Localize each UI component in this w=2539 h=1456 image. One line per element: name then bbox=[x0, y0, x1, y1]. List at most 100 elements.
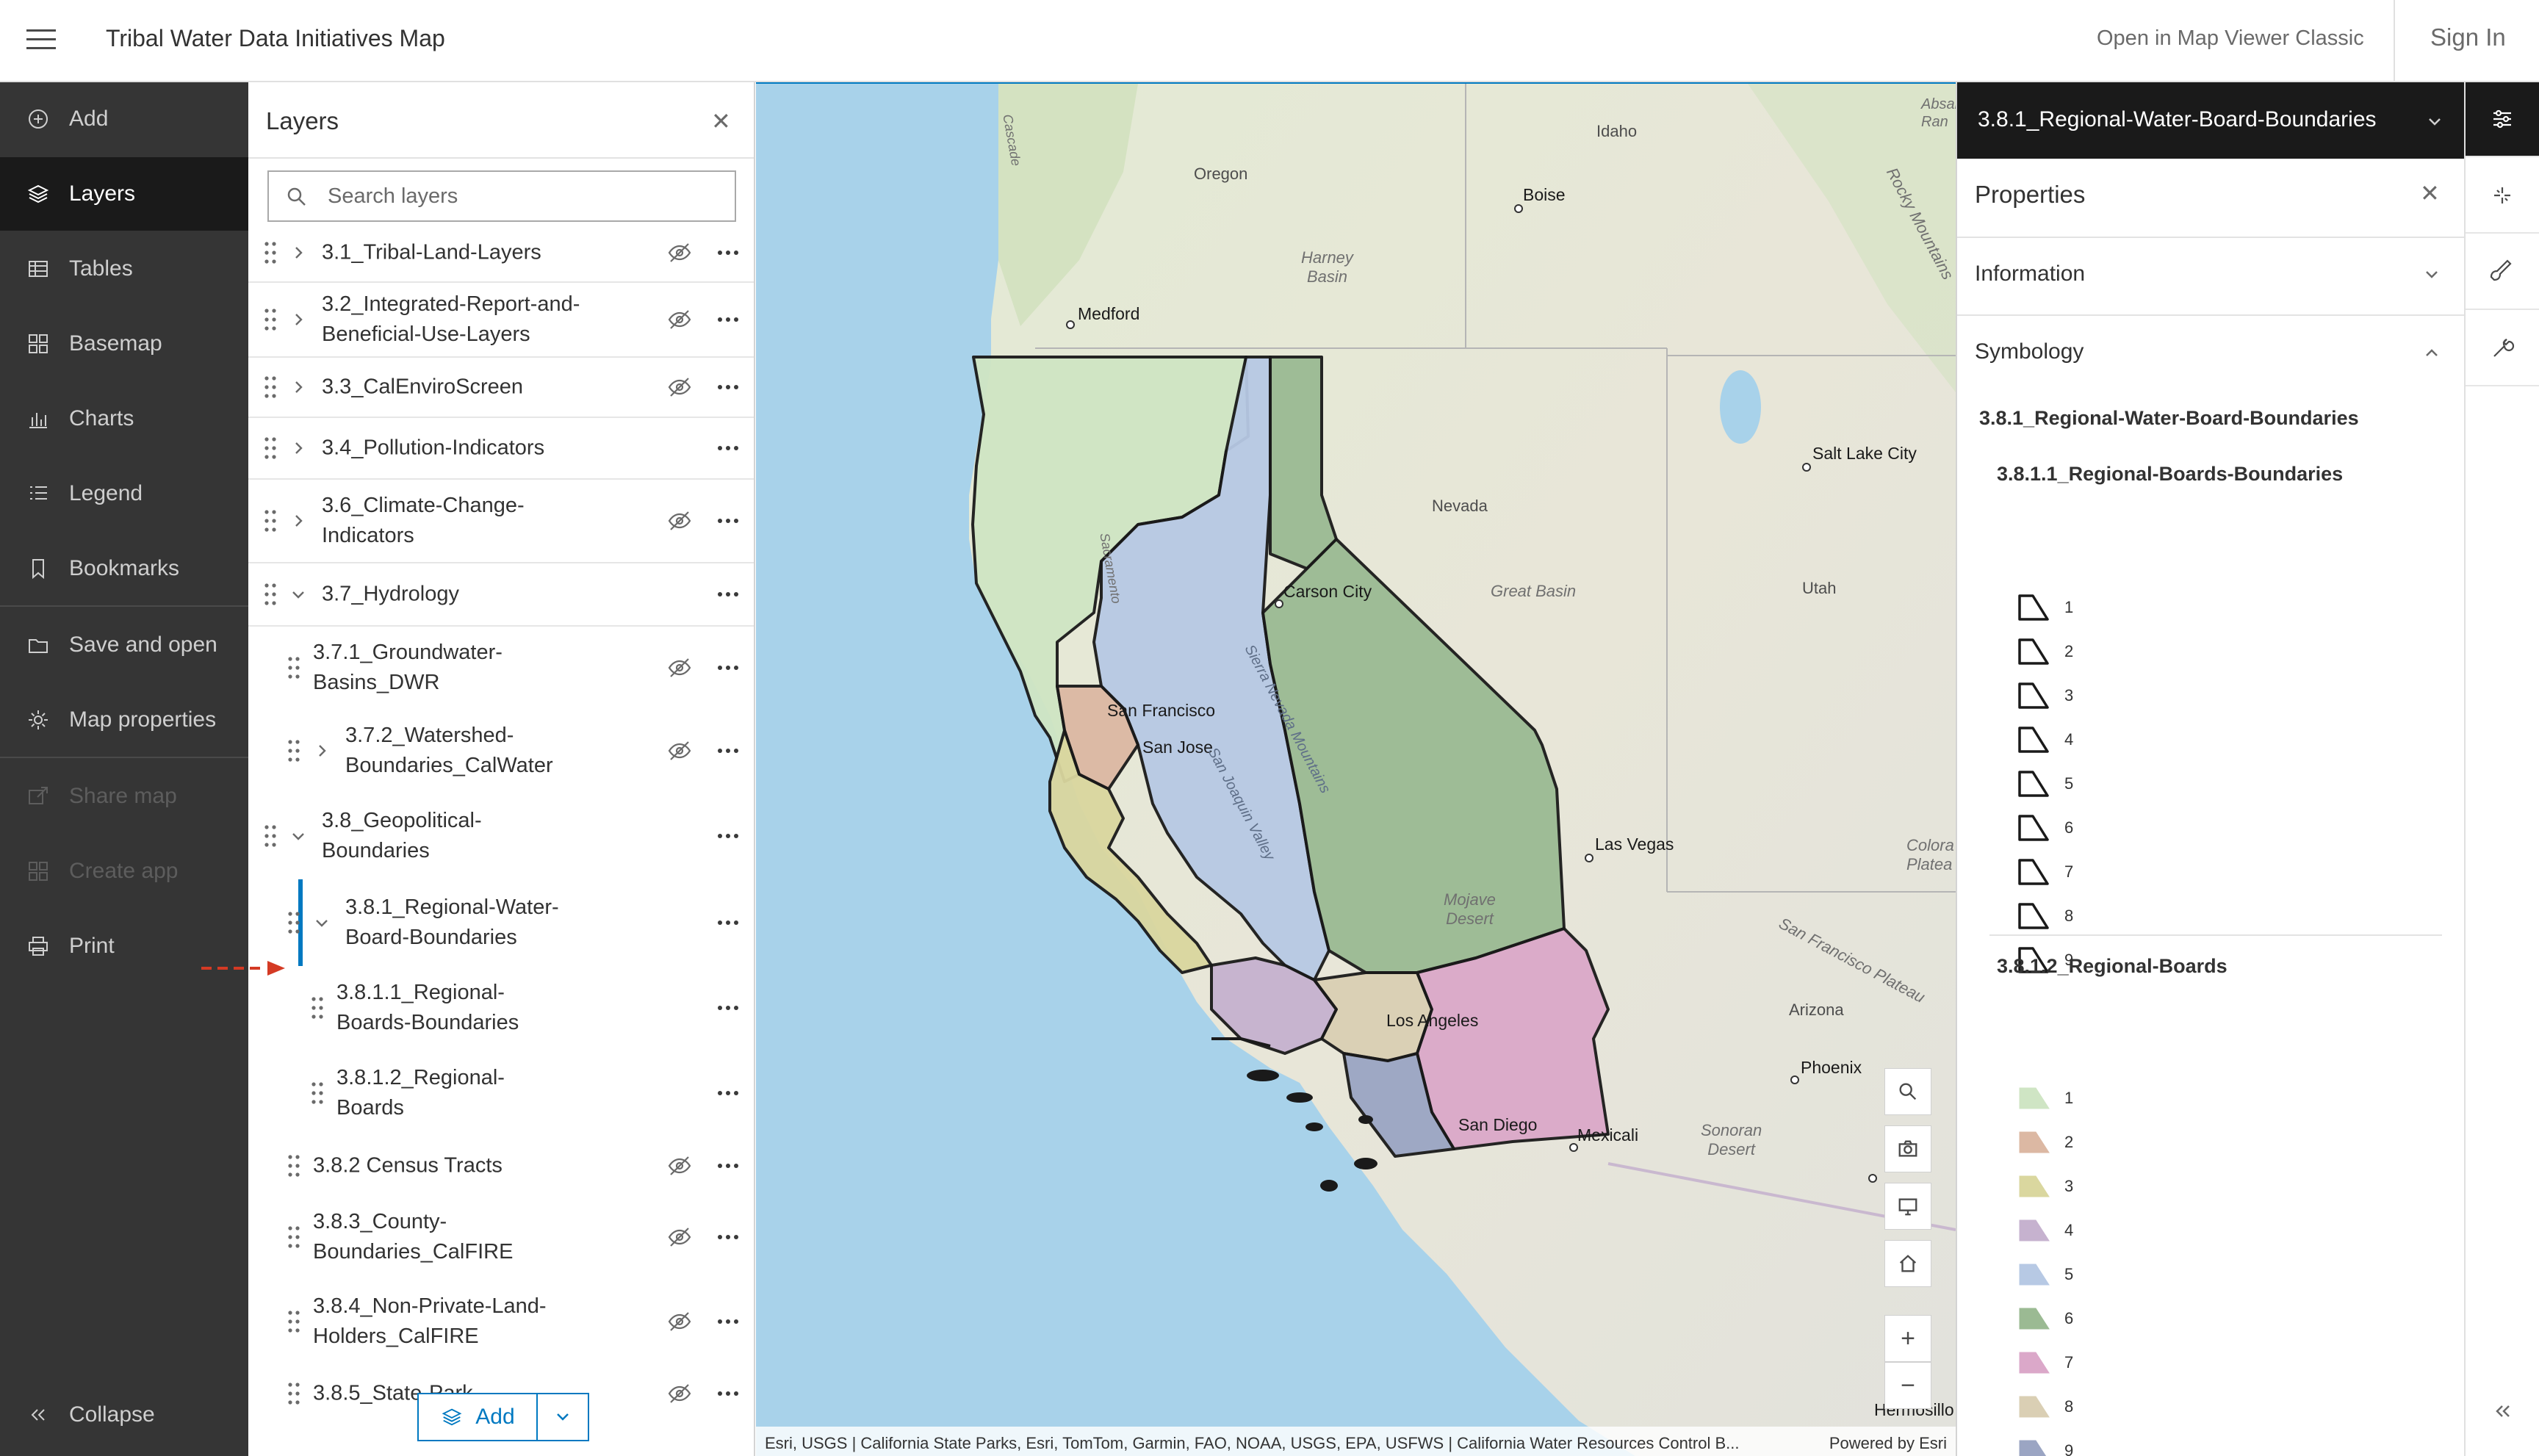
layer-row[interactable]: 3.4_Pollution-Indicators bbox=[248, 418, 754, 480]
nav-layers[interactable]: Layers bbox=[0, 157, 248, 231]
configure-tool-button[interactable] bbox=[2466, 311, 2539, 386]
properties-tool-button[interactable] bbox=[2466, 82, 2539, 157]
drag-handle-icon[interactable] bbox=[263, 508, 278, 534]
layer-row[interactable]: 3.7.2_Watershed- Boundaries_CalWater bbox=[248, 709, 754, 793]
layer-row[interactable]: 3.8.1.2_Regional- Boards bbox=[248, 1050, 754, 1136]
visibility-off-icon[interactable] bbox=[667, 1382, 692, 1405]
drag-handle-icon[interactable] bbox=[310, 1080, 325, 1106]
layer-row[interactable]: 3.8.2 Census Tracts bbox=[248, 1136, 754, 1195]
chevron-right-icon[interactable] bbox=[288, 511, 309, 531]
more-options-icon[interactable] bbox=[716, 659, 741, 677]
chevron-down-icon[interactable] bbox=[311, 912, 332, 933]
more-options-icon[interactable] bbox=[716, 1313, 741, 1330]
drag-handle-icon[interactable] bbox=[287, 738, 301, 764]
symbology-section[interactable]: Symbology bbox=[1957, 314, 2466, 389]
drag-handle-icon[interactable] bbox=[263, 239, 278, 266]
drag-handle-icon[interactable] bbox=[287, 1224, 301, 1250]
more-options-icon[interactable] bbox=[716, 1228, 741, 1246]
nav-tables[interactable]: Tables bbox=[0, 232, 248, 306]
more-options-icon[interactable] bbox=[716, 827, 741, 845]
open-classic-link[interactable]: Open in Map Viewer Classic bbox=[2097, 26, 2364, 51]
add-dropdown-button[interactable] bbox=[538, 1394, 588, 1440]
chevron-down-icon[interactable] bbox=[288, 826, 309, 846]
drag-handle-icon[interactable] bbox=[263, 435, 278, 461]
chevron-right-icon[interactable] bbox=[311, 740, 332, 761]
more-options-icon[interactable] bbox=[716, 512, 741, 530]
more-options-icon[interactable] bbox=[716, 439, 741, 457]
chevron-double-left-icon[interactable] bbox=[2492, 1400, 2514, 1422]
layer-row[interactable]: 3.8.1.1_Regional- Boards-Boundaries bbox=[248, 966, 754, 1050]
drag-handle-icon[interactable] bbox=[310, 995, 325, 1021]
nav-legend[interactable]: Legend bbox=[0, 457, 248, 530]
chevron-down-icon[interactable] bbox=[288, 584, 309, 605]
effects-tool-button[interactable] bbox=[2466, 159, 2539, 234]
more-options-icon[interactable] bbox=[716, 585, 741, 603]
drag-handle-icon[interactable] bbox=[287, 1153, 301, 1179]
visibility-off-icon[interactable] bbox=[667, 1154, 692, 1178]
map-view[interactable]: Idaho Oregon Boise Harney Basin Medford … bbox=[756, 82, 1956, 1456]
drag-handle-icon[interactable] bbox=[287, 655, 301, 681]
powered-by-link[interactable]: Powered by Esri bbox=[1829, 1434, 1947, 1453]
visibility-off-icon[interactable] bbox=[667, 739, 692, 763]
more-options-icon[interactable] bbox=[716, 378, 741, 396]
layer-row[interactable]: 3.8.3_County- Boundaries_CalFIRE bbox=[248, 1195, 754, 1279]
drag-handle-icon[interactable] bbox=[263, 823, 278, 849]
chevron-right-icon[interactable] bbox=[288, 438, 309, 458]
drag-handle-icon[interactable] bbox=[287, 1380, 301, 1407]
menu-icon[interactable] bbox=[26, 25, 56, 54]
map-home-button[interactable] bbox=[1884, 1240, 1931, 1287]
information-section[interactable]: Information bbox=[1957, 237, 2466, 311]
map-display-button[interactable] bbox=[1884, 1183, 1931, 1230]
close-icon[interactable]: ✕ bbox=[711, 107, 731, 135]
zoom-out-button[interactable]: − bbox=[1884, 1362, 1931, 1409]
drag-handle-icon[interactable] bbox=[263, 374, 278, 400]
layer-row[interactable]: 3.7_Hydrology bbox=[248, 563, 754, 627]
layer-row[interactable]: 3.8_Geopolitical- Boundaries bbox=[248, 793, 754, 879]
layer-row[interactable]: 3.2_Integrated-Report-and- Beneficial-Us… bbox=[248, 283, 754, 358]
more-options-icon[interactable] bbox=[716, 311, 741, 328]
visibility-off-icon[interactable] bbox=[667, 509, 692, 533]
drag-handle-icon[interactable] bbox=[287, 909, 301, 936]
nav-bookmarks[interactable]: Bookmarks bbox=[0, 532, 248, 605]
more-options-icon[interactable] bbox=[716, 914, 741, 931]
nav-basemap[interactable]: Basemap bbox=[0, 307, 248, 381]
drag-handle-icon[interactable] bbox=[287, 1308, 301, 1335]
layer-row[interactable]: 3.8.1_Regional-Water- Board-Boundaries bbox=[248, 879, 754, 966]
more-options-icon[interactable] bbox=[716, 1084, 741, 1102]
chevron-right-icon[interactable] bbox=[288, 242, 309, 263]
layer-row[interactable]: 3.6_Climate-Change- Indicators bbox=[248, 480, 754, 563]
nav-add[interactable]: Add bbox=[0, 82, 248, 156]
visibility-off-icon[interactable] bbox=[667, 1225, 692, 1249]
more-options-icon[interactable] bbox=[716, 1157, 741, 1175]
sign-in-button[interactable]: Sign In bbox=[2430, 24, 2506, 51]
layer-row[interactable]: 3.3_CalEnviroScreen bbox=[248, 358, 754, 418]
visibility-off-icon[interactable] bbox=[667, 308, 692, 331]
layer-selector[interactable]: 3.8.1_Regional-Water-Board-Boundaries bbox=[1957, 82, 2466, 159]
styles-tool-button[interactable] bbox=[2466, 235, 2539, 310]
more-options-icon[interactable] bbox=[716, 742, 741, 760]
visibility-off-icon[interactable] bbox=[667, 375, 692, 399]
drag-handle-icon[interactable] bbox=[263, 581, 278, 608]
more-options-icon[interactable] bbox=[716, 244, 741, 262]
visibility-off-icon[interactable] bbox=[667, 656, 692, 680]
layer-row[interactable]: 3.8.4_Non-Private-Land- Holders_CalFIRE bbox=[248, 1279, 754, 1364]
layer-row[interactable]: 3.1_Tribal-Land-Layers bbox=[248, 224, 754, 283]
more-options-icon[interactable] bbox=[716, 999, 741, 1017]
layer-row[interactable]: 3.7.1_Groundwater- Basins_DWR bbox=[248, 627, 754, 709]
search-input[interactable] bbox=[328, 179, 724, 213]
more-options-icon[interactable] bbox=[716, 1385, 741, 1402]
close-icon[interactable]: ✕ bbox=[2420, 179, 2440, 207]
nav-charts[interactable]: Charts bbox=[0, 382, 248, 455]
add-layer-button[interactable]: Add bbox=[419, 1394, 538, 1440]
visibility-off-icon[interactable] bbox=[667, 1310, 692, 1333]
nav-collapse[interactable]: Collapse bbox=[0, 1378, 248, 1452]
chevron-right-icon[interactable] bbox=[288, 377, 309, 397]
map-screenshot-button[interactable] bbox=[1884, 1125, 1931, 1172]
chevron-right-icon[interactable] bbox=[288, 309, 309, 330]
drag-handle-icon[interactable] bbox=[263, 306, 278, 333]
zoom-in-button[interactable]: + bbox=[1884, 1315, 1931, 1362]
visibility-off-icon[interactable] bbox=[667, 241, 692, 264]
map-search-button[interactable] bbox=[1884, 1068, 1931, 1115]
nav-save-open[interactable]: Save and open bbox=[0, 608, 248, 682]
nav-map-properties[interactable]: Map properties bbox=[0, 683, 248, 757]
